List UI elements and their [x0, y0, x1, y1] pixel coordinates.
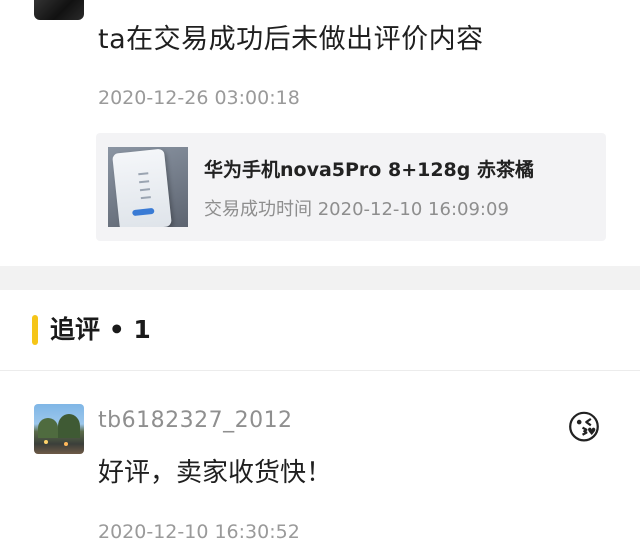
reviewer-avatar[interactable]	[34, 0, 84, 20]
product-thumbnail[interactable]	[108, 147, 188, 227]
review-content: ta在交易成功后未做出评价内容	[98, 24, 484, 55]
kiss-emoji-icon[interactable]: 😘	[564, 408, 604, 448]
landscape-avatar[interactable]	[34, 404, 84, 454]
followup-user-name[interactable]: tb6182327_2012	[98, 408, 293, 433]
section-accent-bar	[32, 315, 38, 345]
followup-title: 追评 • 1	[50, 315, 151, 344]
followup-content: 好评，卖家收货快！	[98, 458, 333, 488]
followup-date: 2020-12-10 16:30:52	[98, 521, 300, 543]
divider	[0, 370, 640, 371]
trade-success-time: 交易成功时间 2020-12-10 16:09:09	[204, 199, 509, 220]
section-divider	[0, 266, 640, 290]
order-card[interactable]: 华为手机nova5Pro 8+128g 赤茶橘 交易成功时间 2020-12-1…	[96, 133, 606, 241]
phone-product-image	[112, 148, 172, 227]
product-title[interactable]: 华为手机nova5Pro 8+128g 赤茶橘	[204, 155, 534, 182]
review-date: 2020-12-26 03:00:18	[98, 87, 300, 109]
followup-header: 追评 • 1	[0, 290, 640, 370]
